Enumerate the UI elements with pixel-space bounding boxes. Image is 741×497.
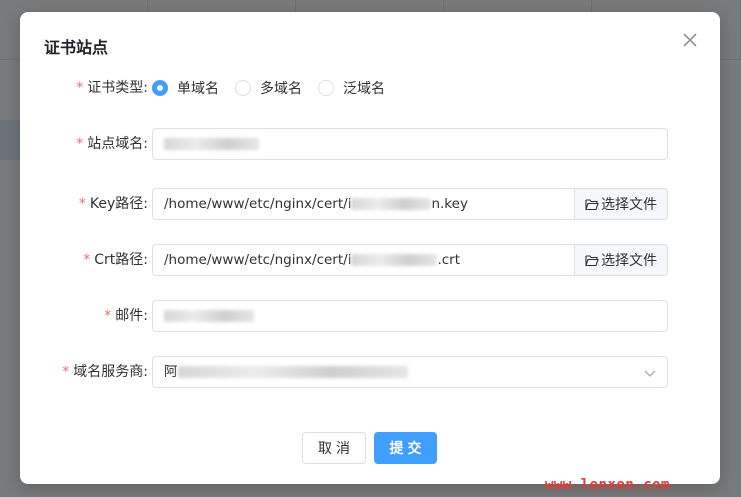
crt-path-input[interactable]: /home/www/etc/nginx/cert/i .crt (153, 245, 574, 275)
cert-type-row: * 证书类型: 单域名 多域名 泛域名 (20, 72, 720, 104)
submit-button[interactable]: 提交 (374, 432, 437, 464)
choose-file-label: 选择文件 (601, 253, 657, 269)
email-label: * 邮件: (104, 308, 148, 324)
cert-site-dialog: 证书站点 * 证书类型: 单域名 多域名 泛域名 * 站点域名: * Key路径… (20, 12, 720, 484)
email-input[interactable] (152, 300, 668, 332)
site-domain-row: * 站点域名: (20, 128, 720, 160)
dns-provider-row: * 域名服务商: 阿 (20, 356, 720, 388)
site-domain-label: * 站点域名: (76, 136, 148, 152)
blurred-text (177, 366, 408, 378)
dns-provider-value: 阿 (164, 357, 408, 387)
blurred-text (164, 310, 254, 322)
key-path-label: * Key路径: (78, 196, 148, 212)
radio-checked-indicator (152, 80, 168, 96)
choose-file-label: 选择文件 (601, 197, 657, 213)
dns-provider-select[interactable]: 阿 (152, 356, 668, 388)
crt-path-group: /home/www/etc/nginx/cert/i .crt 选择文件 (152, 244, 668, 276)
radio-label: 泛域名 (343, 81, 385, 97)
email-value (164, 301, 254, 331)
folder-open-icon (585, 254, 599, 266)
site-domain-input[interactable] (152, 128, 668, 160)
key-path-value: /home/www/etc/nginx/cert/i n.key (164, 196, 468, 212)
radio-unchecked-indicator (318, 80, 334, 96)
key-path-group: /home/www/etc/nginx/cert/i n.key 选择文件 (152, 188, 668, 220)
cert-type-radio-group: 单域名 多域名 泛域名 (152, 72, 401, 104)
blurred-text (351, 198, 432, 210)
close-icon[interactable] (680, 30, 700, 50)
folder-open-icon (585, 198, 599, 210)
radio-label: 多域名 (260, 81, 302, 97)
email-row: * 邮件: (20, 300, 720, 332)
key-choose-file-button[interactable]: 选择文件 (574, 189, 667, 219)
radio-wildcard-domain[interactable]: 泛域名 (318, 78, 385, 98)
blurred-text (164, 138, 259, 150)
crt-path-label: * Crt路径: (83, 252, 148, 268)
key-path-input[interactable]: /home/www/etc/nginx/cert/i n.key (153, 189, 574, 219)
chevron-down-icon (644, 370, 656, 377)
blurred-text (351, 254, 438, 266)
cancel-button[interactable]: 取消 (302, 432, 366, 464)
crt-path-value: /home/www/etc/nginx/cert/i .crt (164, 252, 461, 268)
radio-unchecked-indicator (235, 80, 251, 96)
cert-type-label: * 证书类型: (76, 80, 148, 96)
crt-choose-file-button[interactable]: 选择文件 (574, 245, 667, 275)
dialog-title: 证书站点 (44, 38, 109, 57)
key-path-row: * Key路径: /home/www/etc/nginx/cert/i n.key … (20, 188, 720, 220)
crt-path-row: * Crt路径: /home/www/etc/nginx/cert/i .crt 选… (20, 244, 720, 276)
radio-multi-domain[interactable]: 多域名 (235, 78, 302, 98)
radio-single-domain[interactable]: 单域名 (152, 78, 219, 98)
site-domain-value (164, 129, 259, 159)
radio-label: 单域名 (177, 81, 219, 97)
dns-provider-label: * 域名服务商: (62, 364, 148, 380)
watermark-text: www.lenxen.com (544, 477, 670, 493)
required-mark: * (76, 80, 84, 96)
